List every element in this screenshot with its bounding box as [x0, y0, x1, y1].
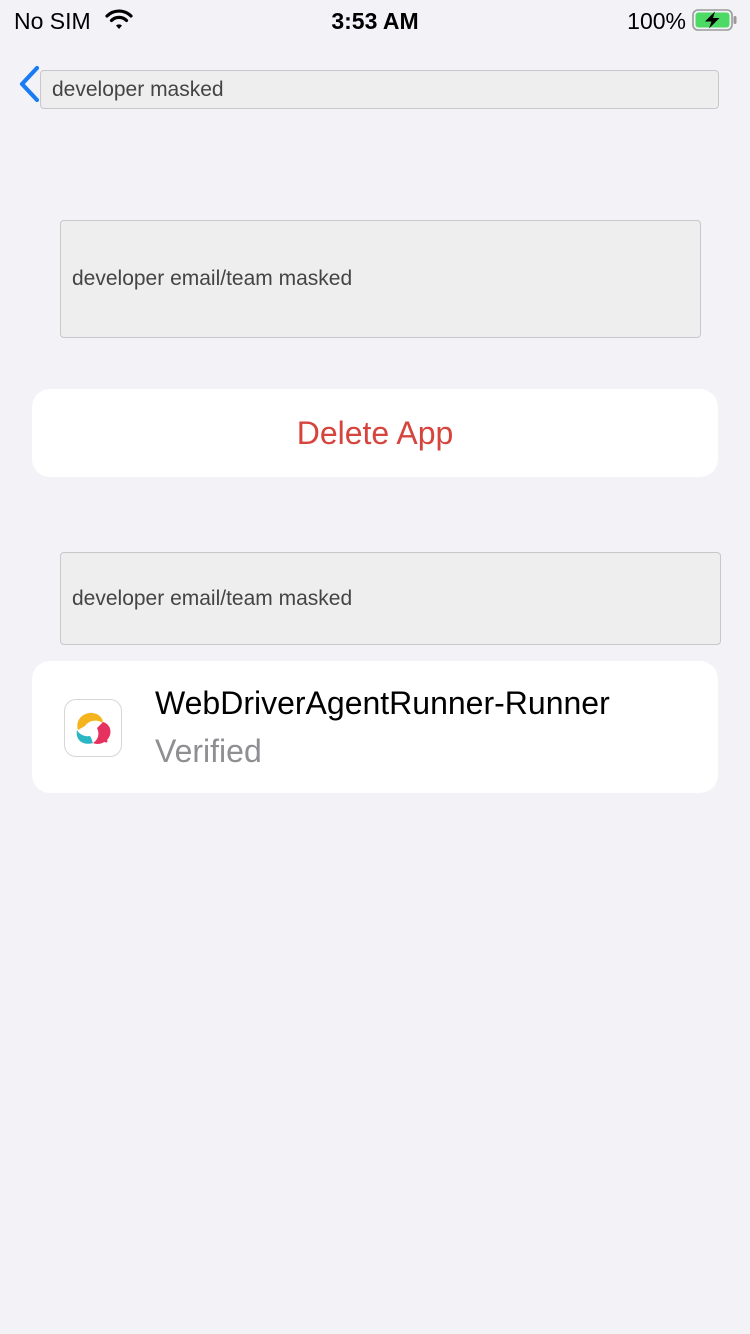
delete-app-button[interactable]: Delete App — [32, 389, 718, 477]
app-row[interactable]: WebDriverAgentRunner-Runner Verified — [32, 661, 718, 793]
app-icon — [64, 699, 122, 757]
developer-masked-text: developer email/team masked — [72, 267, 353, 290]
back-chevron-icon[interactable] — [16, 64, 42, 104]
swirl-logo-icon — [76, 712, 111, 744]
developer-title-field: developer masked — [40, 70, 719, 109]
apps-section-masked-block: developer email/team masked — [60, 552, 721, 645]
app-verification-status: Verified — [155, 733, 262, 769]
developer-masked-block: developer email/team masked — [60, 220, 701, 338]
battery-charging-icon — [692, 9, 737, 31]
battery-percentage: 100% — [627, 8, 686, 34]
apps-section-masked-text: developer email/team masked — [72, 586, 353, 610]
app-name: WebDriverAgentRunner-Runner — [155, 685, 610, 721]
